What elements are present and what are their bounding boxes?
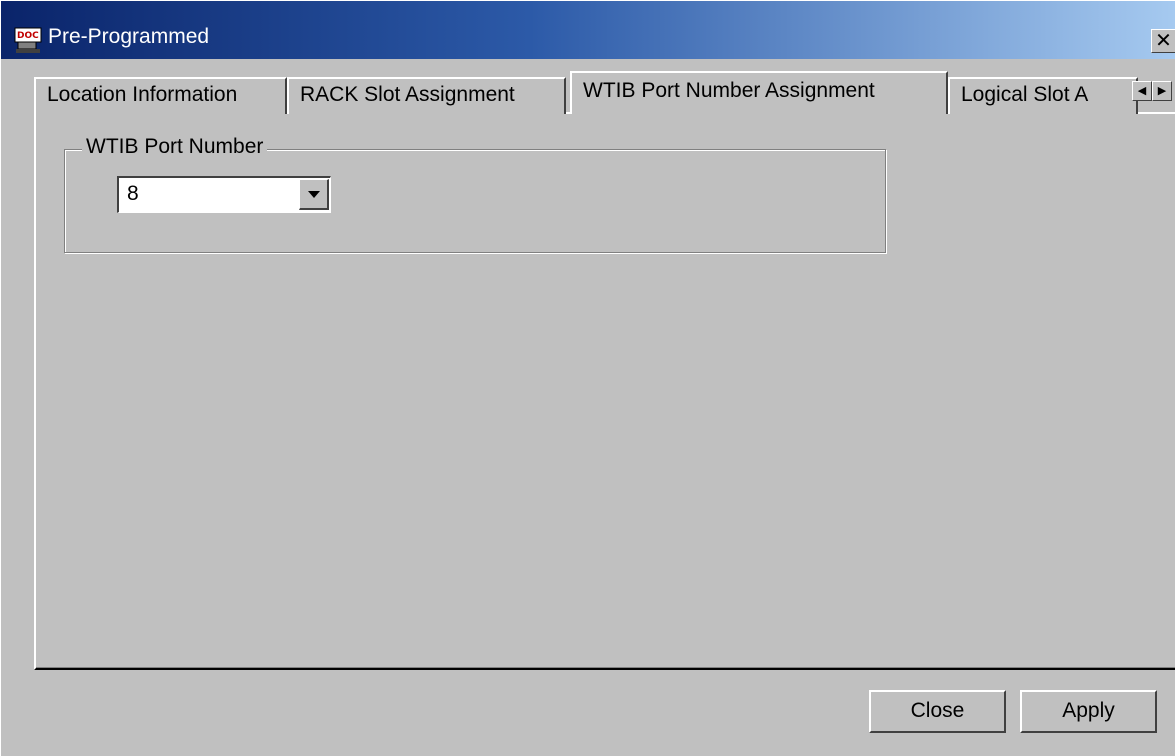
window-title: Pre-Programmed: [48, 25, 210, 48]
tab-wtib-port-number-assignment[interactable]: WTIB Port Number Assignment: [570, 71, 948, 114]
svg-text:DOC: DOC: [17, 31, 39, 41]
close-window-button[interactable]: ✕: [1151, 29, 1175, 53]
close-button[interactable]: Close: [869, 690, 1006, 733]
tab-scroll-right-button[interactable]: ▶: [1152, 81, 1172, 101]
doc-app-icon: DOC: [14, 27, 42, 53]
tab-location-information[interactable]: Location Information: [34, 77, 287, 114]
title-bar[interactable]: DOC Pre-Programmed ✕: [1, 1, 1175, 59]
tab-logical-slot[interactable]: Logical Slot A: [948, 77, 1138, 114]
port-number-value: 8: [127, 182, 139, 205]
chevron-down-icon[interactable]: [299, 179, 329, 210]
arrow-left-icon: ◀: [1137, 85, 1147, 97]
tab-scroll-left-button[interactable]: ◀: [1132, 81, 1152, 101]
pre-programmed-dialog: DOC Pre-Programmed ✕ Location Informatio…: [0, 0, 1175, 756]
apply-button[interactable]: Apply: [1020, 690, 1157, 733]
wtib-port-number-label: WTIB Port Number: [82, 135, 268, 159]
arrow-right-icon: ▶: [1157, 85, 1167, 97]
close-icon: ✕: [1155, 30, 1172, 52]
wtib-port-number-select[interactable]: 8: [117, 176, 331, 213]
tab-rack-slot-assignment[interactable]: RACK Slot Assignment: [287, 77, 566, 114]
